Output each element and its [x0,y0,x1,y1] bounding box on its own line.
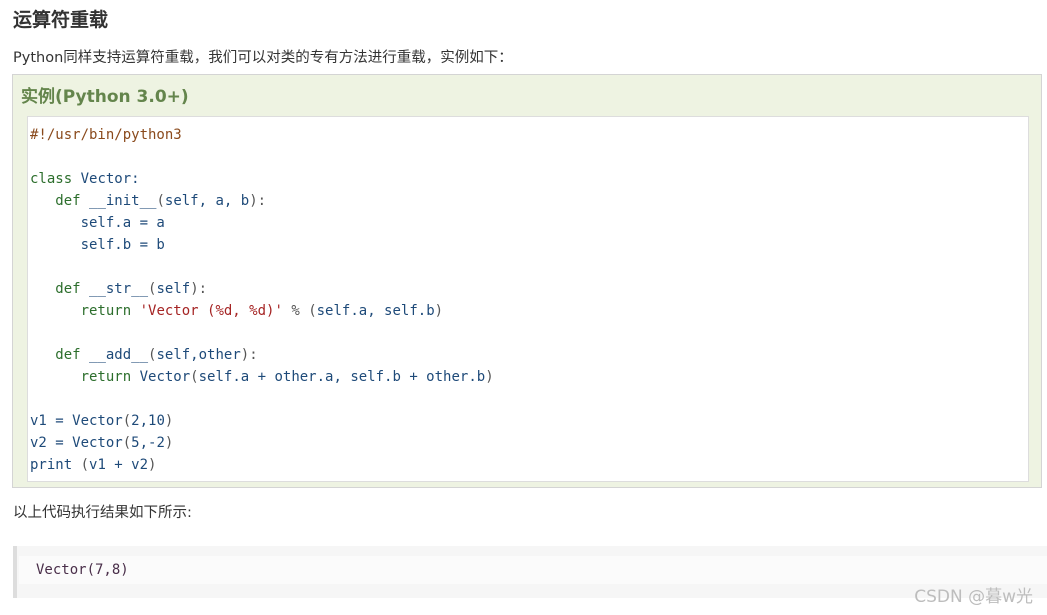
code-token-punct: ( [156,193,165,209]
code-line: return 'Vector (%d, %d)' % (self.a, self… [30,300,494,322]
code-token-punct: ): [190,281,208,297]
code-token-punct: ( [122,435,132,451]
code-token-punct: ) [164,413,174,429]
code-line: def __init__(self, a, b): [30,190,494,212]
output-line-highlight [19,556,1047,584]
code-token-plain: 5,-2 [131,435,165,451]
code-token-keyword: class [30,171,73,187]
code-line: self.b = b [30,234,494,256]
code-token-plain: self.b = b [30,237,165,253]
code-line: #!/usr/bin/python3 [30,124,494,146]
code-token-plain: 2,10 [131,413,165,429]
code-token-punct: ( [72,457,90,473]
code-token-plain: self [156,281,191,297]
code-block[interactable]: #!/usr/bin/python3 class Vector: def __in… [30,124,494,476]
code-token-plain: print [30,457,73,473]
code-token-punct: ( [122,413,132,429]
code-line: class Vector: [30,168,494,190]
code-line: self.a = a [30,212,494,234]
code-token-punct: ) [148,457,157,473]
code-token-keyword: def [55,347,81,363]
code-token-plain: self, a, b [164,193,250,209]
code-token-keyword: def [55,281,81,297]
code-panel[interactable]: #!/usr/bin/python3 class Vector: def __in… [27,116,1029,482]
example-box: 实例(Python 3.0+) #!/usr/bin/python3 class … [12,74,1042,488]
code-token-plain: __add__ [80,347,149,363]
code-token-punct: ) [485,369,494,385]
csdn-watermark: CSDN @暮w光 [914,587,1033,607]
code-token-plain: self.a, self.b [316,303,435,319]
code-token-keyword: return [80,303,132,319]
code-token-punct: ) [434,303,444,319]
code-token-punct: ): [240,347,258,363]
code-token-plain: Vector: [72,171,140,187]
code-token-plain: self.a = a [30,215,165,231]
code-line: def __str__(self): [30,278,494,300]
code-token-plain: __init__ [80,193,157,209]
code-token-punct: % [282,303,309,319]
code-line: print (v1 + v2) [30,454,494,476]
code-token-plain: Vector [131,369,191,385]
code-token-plain: self,other [156,347,241,363]
code-line: return Vector(self.a + other.a, self.b +… [30,366,494,388]
code-token-punct: ) [164,435,174,451]
code-token-keyword: def [55,193,81,209]
code-token-comment: #!/usr/bin/python3 [30,127,182,143]
example-title: 实例(Python 3.0+) [21,87,189,107]
code-token-string: 'Vector (%d, %d)' [139,303,283,319]
code-line: def __add__(self,other): [30,344,494,366]
result-label: 以上代码执行结果如下所示: [13,505,192,521]
code-line: v1 = Vector(2,10) [30,410,494,432]
code-token-keyword: return [80,369,132,385]
code-token-plain: v1 + v2 [89,457,149,473]
code-token-punct: ( [308,303,317,319]
code-line: v2 = Vector(5,-2) [30,432,494,454]
code-token-plain: v2 = Vector [30,435,123,451]
code-token-punct: ( [190,369,199,385]
output-text[interactable]: Vector(7,8) [36,560,129,580]
code-token-plain: __str__ [80,281,149,297]
intro-paragraph: Python同样支持运算符重载，我们可以对类的专有方法进行重载，实例如下： [13,50,513,66]
code-token-punct: ): [249,193,267,209]
code-token-plain: self.a + other.a, self.b + other.b [198,369,486,385]
section-heading: 运算符重载 [13,9,109,31]
code-token-plain: v1 = Vector [30,413,123,429]
output-box: Vector(7,8) [13,546,1047,598]
